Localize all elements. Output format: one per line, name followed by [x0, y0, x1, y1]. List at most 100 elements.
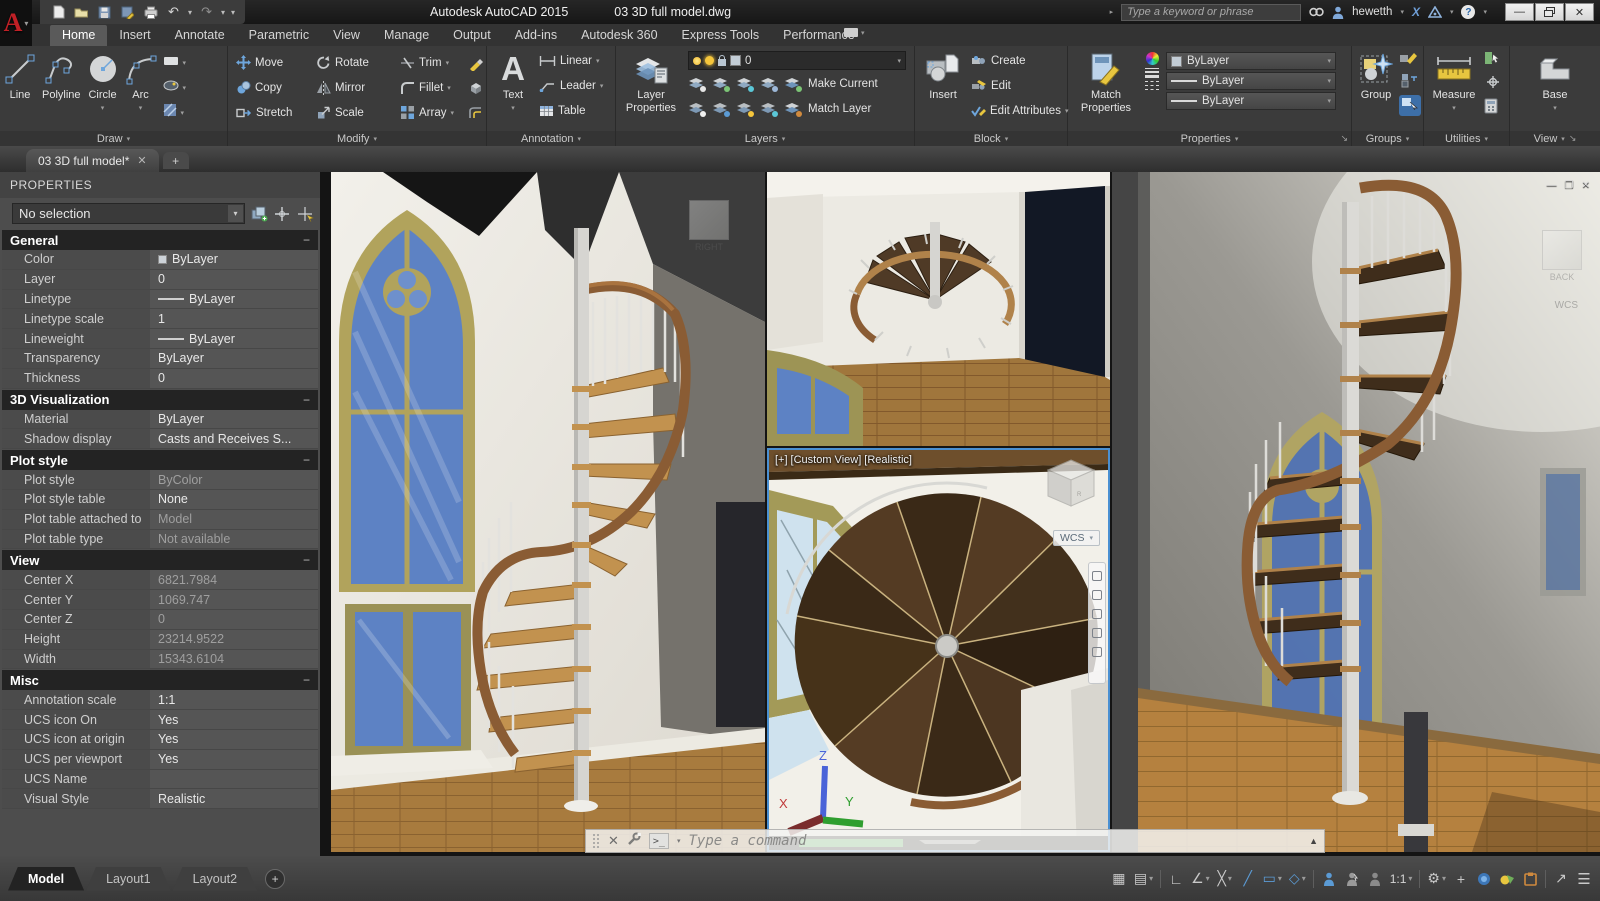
help-icon[interactable]: ?: [1461, 5, 1476, 19]
orbit-icon[interactable]: [1092, 628, 1102, 638]
grid-display-icon[interactable]: ▦: [1111, 869, 1127, 889]
layer-unlock-all-icon[interactable]: [760, 102, 778, 117]
chevron-down-icon[interactable]: ▾: [139, 104, 143, 112]
section-header[interactable]: General −: [2, 230, 318, 250]
user-dropdown-icon[interactable]: ▾: [1400, 8, 1404, 16]
panel-label-draw[interactable]: Draw ▾: [0, 131, 227, 146]
hardware-acceleration-icon[interactable]: [1476, 869, 1492, 889]
save-icon[interactable]: [96, 4, 113, 20]
communication-center-icon[interactable]: [1427, 6, 1442, 18]
layer-freeze-icon[interactable]: [736, 77, 754, 92]
lineweight-dropdown[interactable]: ByLayer ▾: [1166, 72, 1336, 90]
showmotion-icon[interactable]: [1092, 647, 1102, 657]
measure-button[interactable]: Measure ▾: [1428, 46, 1480, 131]
linetype-icon[interactable]: [1145, 81, 1159, 90]
search-icon[interactable]: [1309, 6, 1324, 18]
zoom-icon[interactable]: [1092, 609, 1102, 619]
ortho-mode-icon[interactable]: ∟: [1168, 869, 1184, 889]
match-layer-button[interactable]: Match Layer: [808, 103, 871, 115]
command-line[interactable]: ✕ >_ ▾ Type a command ▲: [585, 829, 1325, 853]
group-edit-icon[interactable]: [1399, 49, 1421, 70]
ribbon-tab-home[interactable]: Home: [50, 25, 108, 46]
layer-lock-icon[interactable]: [760, 77, 778, 92]
selection-dropdown[interactable]: No selection ▾: [12, 203, 245, 224]
clean-screen-icon[interactable]: ↗: [1553, 869, 1569, 889]
ribbon-tab-express-tools[interactable]: Express Tools: [670, 25, 772, 46]
recent-commands-icon[interactable]: ▾: [677, 837, 681, 845]
property-value[interactable]: 0: [150, 368, 318, 388]
quick-select-icon[interactable]: [297, 206, 314, 222]
ribbon-tab-output[interactable]: Output: [441, 25, 503, 46]
insert-block-button[interactable]: Insert: [921, 46, 965, 131]
chevron-down-icon[interactable]: ▾: [511, 104, 515, 112]
ribbon-tab-annotate[interactable]: Annotate: [163, 25, 237, 46]
ungroup-icon[interactable]: [1399, 72, 1421, 93]
username[interactable]: hewetth: [1352, 6, 1392, 18]
restore-button[interactable]: [1535, 3, 1564, 21]
property-value[interactable]: 0: [150, 269, 318, 289]
close-icon[interactable]: ✕: [137, 154, 146, 167]
new-drawing-tab-button[interactable]: +: [162, 152, 189, 169]
close-icon[interactable]: ✕: [1582, 180, 1590, 191]
property-value[interactable]: Yes: [150, 729, 318, 749]
property-value[interactable]: ByLayer: [150, 348, 318, 368]
layer-thaw-all-icon[interactable]: [736, 102, 754, 117]
panel-label-groups[interactable]: Groups ▾: [1352, 131, 1423, 146]
viewport-controls-label[interactable]: [+] [Custom View] [Realistic]: [775, 454, 912, 466]
rotate-button[interactable]: Rotate: [316, 50, 400, 75]
viewport-right[interactable]: BACK WCS: [1112, 172, 1600, 852]
text-button[interactable]: A Text ▾: [493, 46, 533, 131]
table-button[interactable]: Table: [539, 98, 603, 123]
property-value[interactable]: [150, 769, 318, 789]
match-layer-icon[interactable]: [784, 102, 802, 117]
panel-launcher-icon[interactable]: ↘: [1340, 133, 1348, 144]
workspace-switching-icon[interactable]: ⚙ ▾: [1427, 869, 1446, 889]
base-view-button[interactable]: Base ▾: [1529, 46, 1581, 131]
minimize-icon[interactable]: —: [1547, 180, 1557, 191]
property-value[interactable]: Yes: [150, 710, 318, 729]
annotation-scale-sync-icon[interactable]: [1367, 869, 1383, 889]
property-value[interactable]: Realistic: [150, 789, 318, 809]
communication-dropdown-icon[interactable]: ▾: [1450, 8, 1454, 16]
application-menu-button[interactable]: A ▾: [0, 0, 32, 46]
property-value[interactable]: 23214.9522: [150, 629, 318, 649]
chevron-down-icon[interactable]: ▾: [1553, 104, 1557, 112]
trim-button[interactable]: Trim ▾: [400, 50, 468, 75]
customization-menu-icon[interactable]: ☰: [1576, 869, 1592, 889]
collapse-icon[interactable]: −: [303, 393, 310, 407]
save-as-icon[interactable]: [119, 4, 136, 20]
full-nav-wheel-icon[interactable]: [1092, 571, 1102, 581]
isolate-objects-icon[interactable]: [1499, 869, 1515, 889]
plot-icon[interactable]: [142, 4, 159, 20]
property-value[interactable]: None: [150, 489, 318, 509]
section-header[interactable]: Plot style −: [2, 450, 318, 471]
command-grip[interactable]: [592, 833, 600, 849]
tab-layout1[interactable]: Layout1: [86, 867, 170, 891]
undo-icon[interactable]: ↶: [165, 4, 182, 20]
collapse-icon[interactable]: −: [303, 453, 310, 467]
select-objects-icon[interactable]: [274, 206, 291, 222]
viewcube-icon[interactable]: [689, 200, 729, 240]
quick-select-icon[interactable]: [1484, 50, 1502, 71]
fillet-button[interactable]: Fillet ▾: [400, 75, 468, 100]
chevron-down-icon[interactable]: ▾: [1452, 104, 1456, 112]
redo-icon[interactable]: ↷: [198, 4, 215, 20]
panel-label-utilities[interactable]: Utilities ▾: [1424, 131, 1509, 146]
section-header[interactable]: 3D Visualization −: [2, 389, 318, 410]
annotation-autoscale-icon[interactable]: [1344, 869, 1360, 889]
property-value[interactable]: ByLayer: [150, 329, 318, 348]
panel-label-block[interactable]: Block ▾: [915, 131, 1067, 146]
collapse-icon[interactable]: −: [303, 233, 310, 247]
panel-label-properties[interactable]: Properties ▾: [1068, 131, 1351, 146]
collapse-icon[interactable]: −: [303, 673, 310, 687]
viewport-view-control[interactable]: [Custom View]: [791, 454, 862, 466]
mirror-button[interactable]: Mirror: [316, 75, 400, 100]
close-icon[interactable]: ✕: [608, 833, 619, 849]
property-value[interactable]: 15343.6104: [150, 649, 318, 669]
viewport-active[interactable]: [+] [Custom View] [Realistic] R WCS ▾ Z X…: [767, 448, 1110, 852]
lineweight-icon[interactable]: [1145, 68, 1159, 78]
property-value[interactable]: 0: [150, 609, 318, 629]
viewport-style-control[interactable]: [Realistic]: [864, 454, 912, 466]
hatch-tool-button[interactable]: ▾: [163, 100, 187, 125]
new-file-icon[interactable]: [50, 4, 67, 20]
